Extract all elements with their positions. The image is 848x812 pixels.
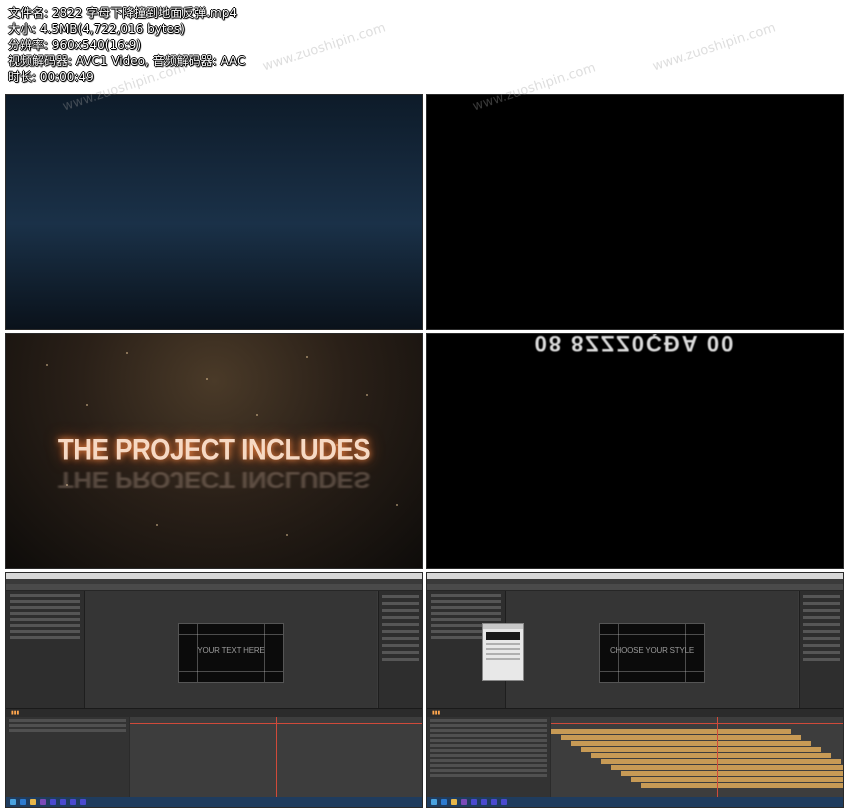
layer-list bbox=[427, 717, 550, 798]
layer-bar bbox=[641, 783, 843, 788]
codec-text: 视频解码器: AVC1 Video, 音频解码器: AAC bbox=[8, 54, 246, 68]
timeline-panel: ▮▮▮ bbox=[427, 708, 843, 798]
layer-bar bbox=[581, 747, 821, 752]
canvas-text: CHOOSE YOUR STYLE bbox=[609, 646, 695, 655]
filename-text: 文件名: 2822 字母下降撞到地面反弹.mp4 bbox=[8, 6, 237, 20]
taskbar bbox=[6, 797, 422, 807]
composition-panel: CHOOSE YOUR STYLE bbox=[506, 591, 798, 708]
effects-panel bbox=[799, 591, 843, 708]
project-title-reflection: THE PROJECT INCLUDES bbox=[57, 466, 371, 494]
thumbnail-frame-3: THE PROJECT INCLUDES THE PROJECT INCLUDE… bbox=[5, 333, 423, 569]
toolbar bbox=[427, 584, 843, 591]
layer-bar bbox=[561, 735, 801, 740]
work-area-bar bbox=[551, 723, 843, 724]
playhead bbox=[717, 717, 718, 798]
plugin-dialog[interactable] bbox=[482, 623, 524, 681]
watermark: www.zuoshipin.com bbox=[650, 20, 778, 75]
layer-bar bbox=[631, 777, 843, 782]
comp-canvas: CHOOSE YOUR STYLE bbox=[599, 623, 705, 683]
project-panel bbox=[6, 591, 85, 708]
thumbnail-frame-2 bbox=[426, 94, 844, 330]
falling-letters: 08 8ZZZ0ÇÐA 00 bbox=[534, 333, 736, 356]
taskbar bbox=[427, 797, 843, 807]
timecode: ▮▮▮ bbox=[432, 710, 441, 716]
filesize-text: 大小: 4.5MB(4,722,016 bytes) bbox=[8, 22, 185, 36]
timecode: ▮▮▮ bbox=[11, 710, 20, 716]
duration-text: 时长: 00:00:49 bbox=[8, 70, 94, 84]
comp-canvas: YOUR TEXT HERE bbox=[178, 623, 284, 683]
layer-bar bbox=[591, 753, 831, 758]
resolution-text: 分辨率: 960x540(16:9) bbox=[8, 38, 142, 52]
canvas-text: YOUR TEXT HERE bbox=[197, 646, 265, 655]
playhead bbox=[276, 717, 277, 798]
layer-bar bbox=[601, 759, 841, 764]
file-info: 文件名: 2822 字母下降撞到地面反弹.mp4 大小: 4.5MB(4,722… bbox=[8, 5, 245, 85]
composition-panel: YOUR TEXT HERE bbox=[85, 591, 377, 708]
layer-bar bbox=[611, 765, 843, 770]
thumbnail-frame-4: 08 8ZZZ0ÇÐA 00 bbox=[426, 333, 844, 569]
layer-bar bbox=[551, 729, 791, 734]
watermark: www.zuoshipin.com bbox=[260, 20, 388, 75]
project-title: THE PROJECT INCLUDES bbox=[57, 431, 371, 467]
plugin-logo bbox=[486, 632, 520, 640]
thumbnail-frame-1 bbox=[5, 94, 423, 330]
timeline-panel: ▮▮▮ bbox=[6, 708, 422, 798]
layer-bar bbox=[621, 771, 843, 776]
layer-list bbox=[6, 717, 129, 798]
thumbnail-frame-6: CHOOSE YOUR STYLE ▮▮▮ bbox=[426, 572, 844, 808]
thumbnail-frame-5: YOUR TEXT HERE ▮▮▮ bbox=[5, 572, 423, 808]
dialog-header bbox=[483, 624, 523, 629]
effects-panel bbox=[378, 591, 422, 708]
toolbar bbox=[6, 584, 422, 591]
layer-bar bbox=[571, 741, 811, 746]
